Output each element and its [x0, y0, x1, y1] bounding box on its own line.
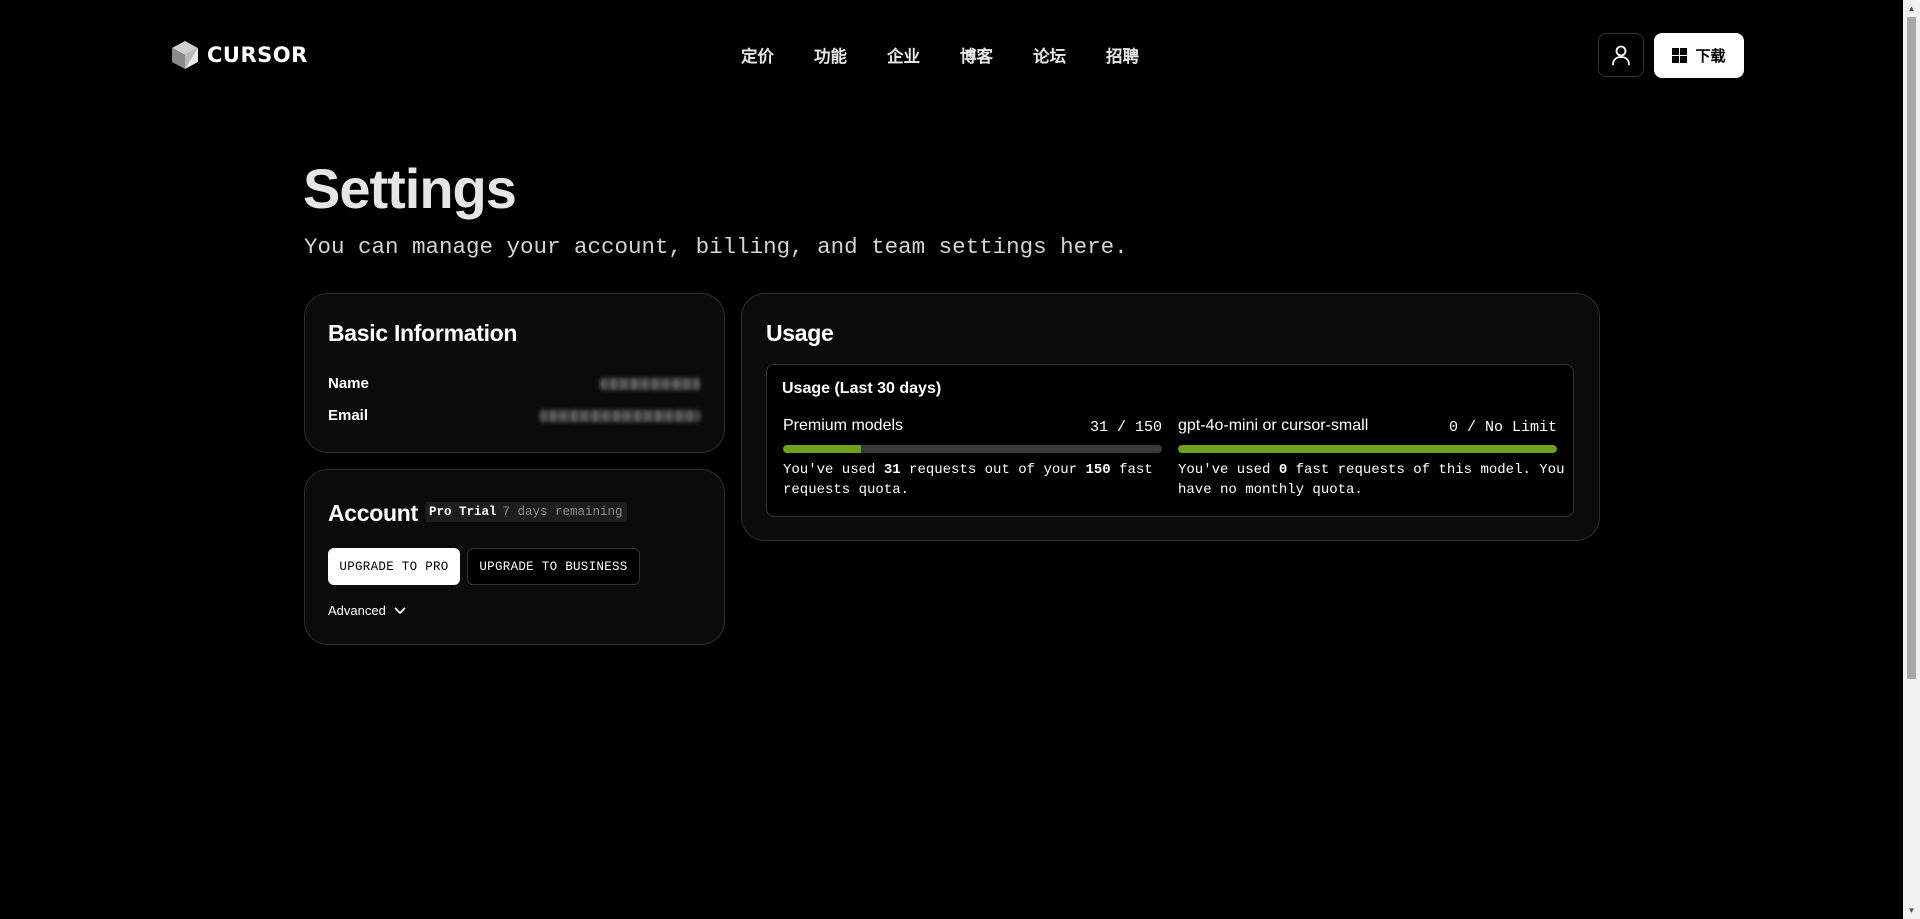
nav-item-blog[interactable]: 博客 — [960, 43, 993, 67]
advanced-toggle[interactable]: Advanced — [328, 603, 406, 618]
advanced-label: Advanced — [328, 603, 386, 618]
premium-models-description: You've used 31 requests out of your 150 … — [783, 462, 1153, 498]
vertical-scrollbar[interactable]: ▲ ▼ — [1903, 0, 1920, 919]
account-title: Account — [328, 500, 418, 526]
plan-name: Pro Trial — [429, 505, 497, 519]
small-models-progress-fill — [1178, 445, 1557, 453]
premium-models-progress-bar — [783, 445, 1162, 453]
download-button[interactable]: 下载 — [1654, 33, 1744, 78]
nav-item-pricing[interactable]: 定价 — [741, 43, 774, 67]
basic-information-card — [304, 293, 725, 453]
upgrade-to-business-button[interactable]: UPGRADE TO BUSINESS — [467, 548, 640, 585]
nav-links: 定价 功能 企业 博客 论坛 招聘 — [741, 43, 1139, 67]
windows-icon — [1672, 48, 1688, 63]
nav-item-features[interactable]: 功能 — [814, 43, 847, 67]
premium-used-value: 31 — [883, 462, 901, 478]
usage-title: Usage — [766, 320, 834, 346]
page-title: Settings — [303, 157, 517, 220]
premium-models-label: Premium models — [783, 417, 904, 434]
upgrade-to-pro-button[interactable]: UPGRADE TO PRO — [328, 548, 460, 585]
plan-badge: Pro Trial 7 days remaining — [425, 502, 627, 522]
small-models-label: gpt-4o-mini or cursor-small — [1178, 417, 1369, 434]
scroll-up-arrow-icon[interactable]: ▲ — [1903, 0, 1920, 17]
nav-item-enterprise[interactable]: 企业 — [887, 43, 920, 67]
user-icon — [1612, 45, 1630, 66]
small-models-description: You've used 0 fast requests of this mode… — [1178, 462, 1565, 498]
download-label: 下载 — [1695, 47, 1726, 65]
nav-item-careers[interactable]: 招聘 — [1106, 43, 1139, 67]
account-button[interactable] — [1598, 33, 1644, 77]
name-value-redacted — [600, 378, 700, 390]
premium-limit-value: 150 — [1085, 462, 1111, 478]
small-models-progress-bar — [1178, 445, 1557, 453]
page-subtitle: You can manage your account, billing, an… — [304, 234, 1128, 260]
name-label: Name — [328, 375, 369, 392]
premium-models-progress-fill — [783, 445, 862, 453]
cursor-logo[interactable]: CURSOR — [171, 40, 308, 70]
brand-name: CURSOR — [207, 43, 308, 67]
chevron-down-icon — [394, 607, 406, 614]
cube-logo-icon — [172, 41, 198, 69]
small-used-value: 0 — [1278, 462, 1288, 478]
scrollbar-thumb[interactable] — [1907, 17, 1916, 679]
scroll-down-arrow-icon[interactable]: ▼ — [1903, 902, 1920, 919]
basic-information-title: Basic Information — [328, 320, 518, 346]
premium-models-count: 31 / 150 — [1089, 419, 1162, 436]
usage-period-title: Usage (Last 30 days) — [782, 380, 942, 397]
top-navigation: CURSOR 定价 功能 企业 博客 论坛 招聘 下载 — [0, 0, 1920, 112]
small-models-count: 0 / No Limit — [1448, 419, 1557, 436]
nav-item-forum[interactable]: 论坛 — [1033, 43, 1066, 67]
email-label: Email — [328, 407, 369, 424]
trial-remaining: 7 days remaining — [502, 505, 623, 519]
email-value-redacted — [540, 410, 700, 422]
